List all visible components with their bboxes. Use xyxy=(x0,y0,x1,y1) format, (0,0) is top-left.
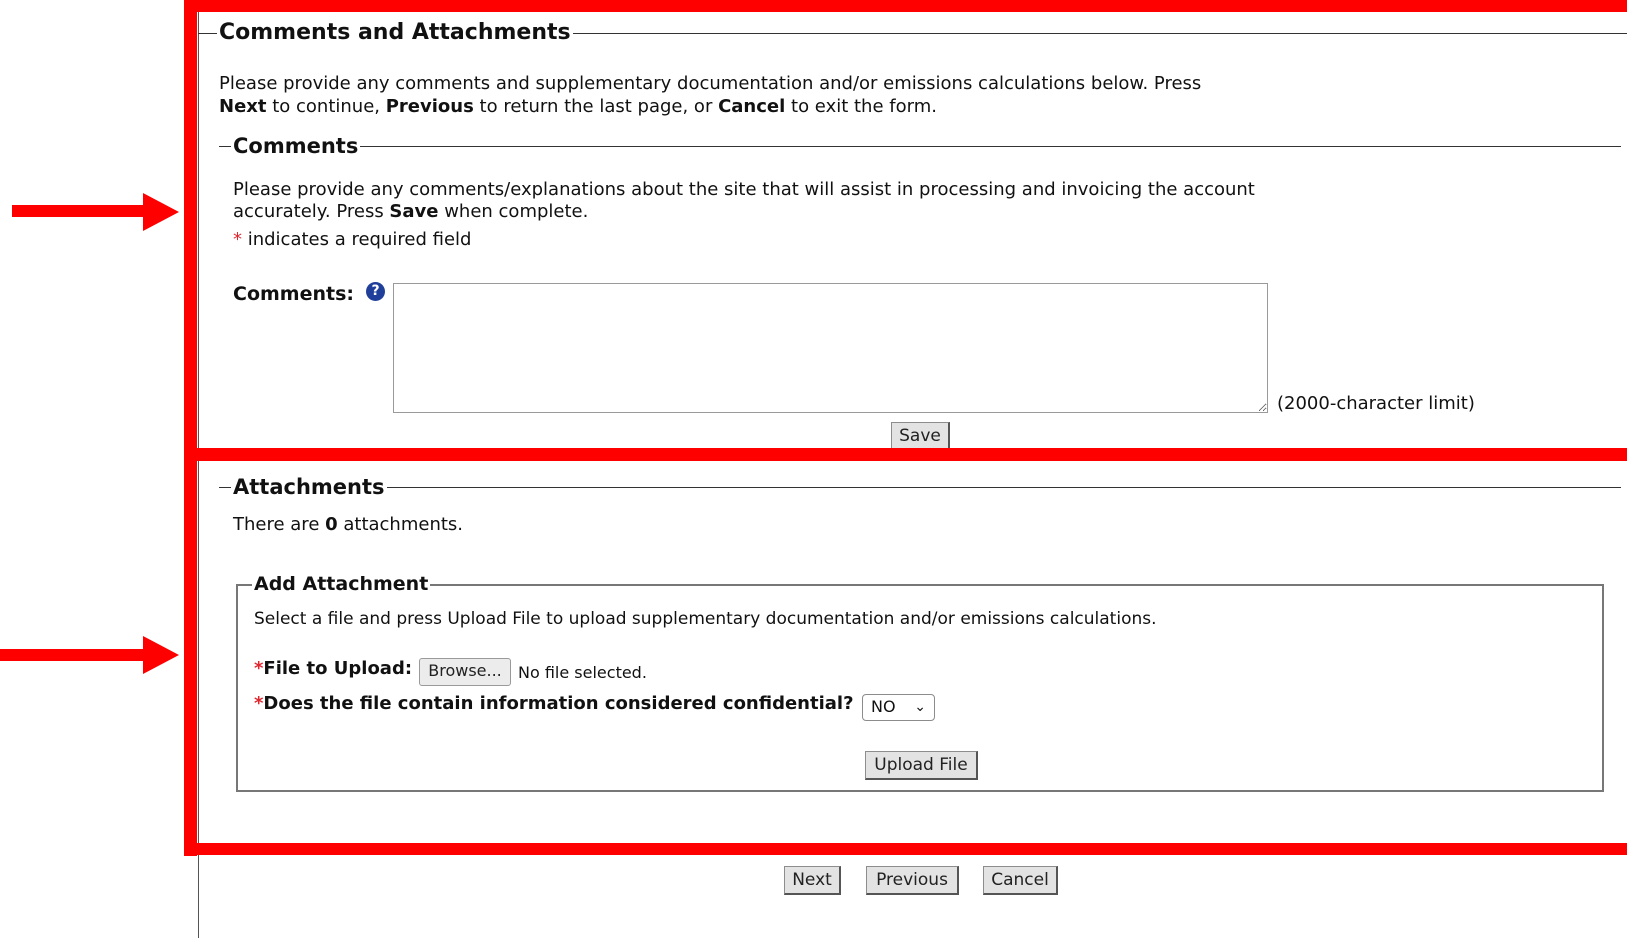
comments-save-word: Save xyxy=(389,201,439,222)
annotation-arrow-attachments-shaft xyxy=(0,649,146,661)
annotation-box-top-edge xyxy=(184,0,1627,12)
file-required-star: * xyxy=(254,658,264,679)
intro-text-line1: Please provide any comments and suppleme… xyxy=(219,73,1202,94)
help-icon[interactable]: ? xyxy=(366,282,385,301)
section-title: Comments and Attachments xyxy=(217,19,573,47)
add-attachment-instructions: Select a file and press Upload File to u… xyxy=(254,609,1157,629)
page-left-border xyxy=(198,0,199,938)
annotation-arrow-attachments-icon xyxy=(143,636,179,674)
attachment-count-post: attachments. xyxy=(337,514,464,535)
attachment-count-text: There are 0 attachments. xyxy=(233,514,463,536)
annotation-box-divider xyxy=(184,448,1627,461)
confidential-required-star: * xyxy=(254,693,264,714)
chevron-down-icon: ⌄ xyxy=(914,699,926,715)
file-upload-label-text: File to Upload: xyxy=(263,658,413,679)
comments-label: Comments: xyxy=(233,283,354,305)
required-note: * indicates a required field xyxy=(233,229,471,251)
save-button[interactable]: Save xyxy=(891,422,950,451)
upload-file-button[interactable]: Upload File xyxy=(865,751,978,780)
intro-text-part2: to continue, xyxy=(266,96,386,117)
attachment-count: 0 xyxy=(325,514,338,535)
intro-previous-word: Previous xyxy=(385,96,474,117)
attachments-fieldset-border xyxy=(219,487,1621,488)
char-limit-note: (2000-character limit) xyxy=(1277,393,1475,414)
comments-instructions-line2: accurately. Press Save when complete. xyxy=(233,201,588,223)
file-status-text: No file selected. xyxy=(518,663,647,682)
confidential-select[interactable]: NO ⌄ xyxy=(862,694,935,721)
confidential-label-text: Does the file contain information consid… xyxy=(263,693,854,714)
previous-button[interactable]: Previous xyxy=(866,866,959,895)
annotation-arrow-comments-icon xyxy=(143,193,179,231)
attachments-legend: Attachments xyxy=(231,474,387,500)
annotation-box-left-edge xyxy=(184,0,197,856)
intro-text-line2: Next to continue, Previous to return the… xyxy=(219,96,937,118)
attachment-count-pre: There are xyxy=(233,514,326,535)
comments-fieldset-border xyxy=(219,146,1621,147)
confidential-select-value: NO xyxy=(871,697,896,716)
confidential-label: *Does the file contain information consi… xyxy=(254,693,854,714)
add-attachment-legend: Add Attachment xyxy=(252,573,431,596)
required-star: * xyxy=(233,229,242,250)
comments-instructions-line1: Please provide any comments/explanations… xyxy=(233,179,1255,200)
annotation-box-bottom-edge xyxy=(184,843,1627,855)
intro-text-part3: to return the last page, or xyxy=(473,96,719,117)
cancel-button[interactable]: Cancel xyxy=(983,866,1058,895)
required-note-text: indicates a required field xyxy=(242,229,472,250)
browse-button[interactable]: Browse... xyxy=(419,658,511,686)
intro-text-part4: to exit the form. xyxy=(785,96,937,117)
comments-textarea[interactable] xyxy=(393,283,1268,413)
comments-instructions-pre: accurately. Press xyxy=(233,201,390,222)
intro-next-word: Next xyxy=(219,96,267,117)
file-upload-label: *File to Upload: xyxy=(254,658,412,679)
intro-cancel-word: Cancel xyxy=(718,96,786,117)
next-button[interactable]: Next xyxy=(784,866,841,895)
comments-instructions-post: when complete. xyxy=(438,201,589,222)
comments-legend: Comments xyxy=(231,133,361,159)
annotation-arrow-comments-shaft xyxy=(12,205,146,217)
